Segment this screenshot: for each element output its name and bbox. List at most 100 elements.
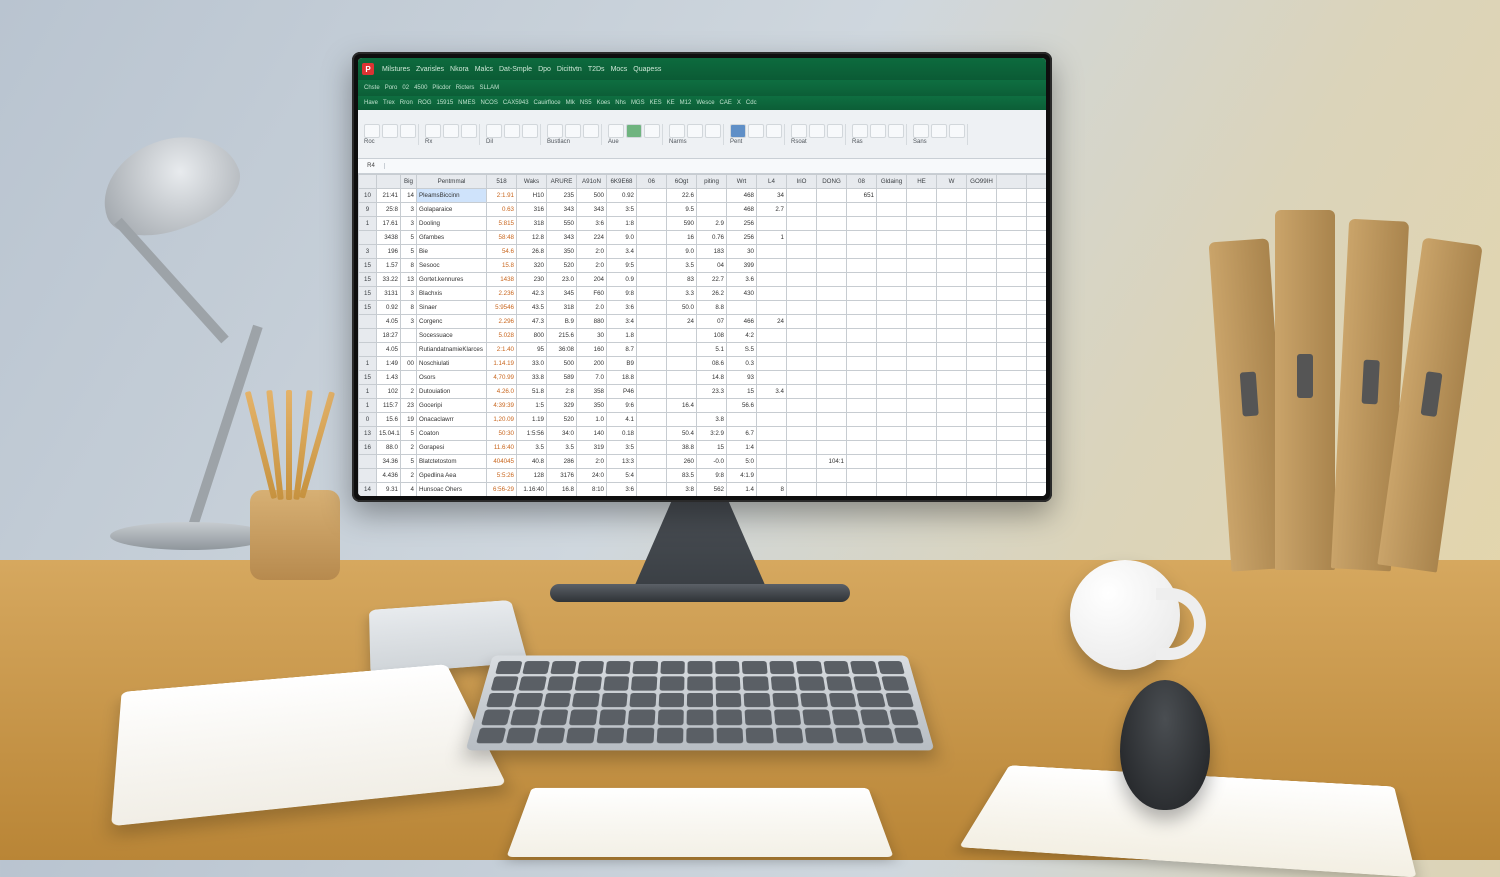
- column-header[interactable]: HE: [907, 175, 937, 189]
- ribbon-button[interactable]: [705, 124, 721, 138]
- column-header[interactable]: 08: [847, 175, 877, 189]
- subtab-item[interactable]: ROG: [418, 100, 432, 106]
- column-header[interactable]: 06: [637, 175, 667, 189]
- ribbon-button[interactable]: [766, 124, 782, 138]
- ribbon-button[interactable]: [827, 124, 843, 138]
- title-item[interactable]: Dat-Smple: [499, 66, 532, 73]
- ribbon-button[interactable]: [644, 124, 660, 138]
- table-row[interactable]: 31965Bie54.626.83502:03.49.018330: [359, 245, 1047, 259]
- table-row[interactable]: 4.05RutiandatnamieKlarces2:1.409536:0816…: [359, 343, 1047, 357]
- ribbon-button[interactable]: [443, 124, 459, 138]
- column-header[interactable]: piting: [697, 175, 727, 189]
- table-row[interactable]: 4.4362Gpedlina Aea5:5:26128317624:05:483…: [359, 469, 1047, 483]
- column-header[interactable]: Pentmmal: [417, 175, 487, 189]
- table-row[interactable]: 34.365Blatctetostom40404540.82862:013:32…: [359, 455, 1047, 469]
- table-row[interactable]: 1688.02Gorapesi11.6:403.53.53193:538.815…: [359, 441, 1047, 455]
- spreadsheet-grid[interactable]: BigPentmmal518WaksARUREA91oN6K9E68066Ogt…: [358, 174, 1046, 496]
- title-item[interactable]: Malcs: [475, 66, 493, 73]
- ribbon-button[interactable]: [791, 124, 807, 138]
- title-item[interactable]: Zvarisles: [416, 66, 444, 73]
- table-row[interactable]: 11:4900Noschiulati1.14.1933.0500200B908.…: [359, 357, 1047, 371]
- tab-item[interactable]: 4500: [414, 85, 427, 91]
- subtab-item[interactable]: NCOS: [481, 100, 498, 106]
- table-row[interactable]: 1115:723Goceripi4:39:391:53293509:616.45…: [359, 399, 1047, 413]
- name-box[interactable]: R4: [358, 163, 385, 169]
- subtab-item[interactable]: Nhs: [615, 100, 626, 106]
- column-header[interactable]: [359, 175, 377, 189]
- ribbon-button[interactable]: [364, 124, 380, 138]
- subtab-item[interactable]: Koes: [597, 100, 611, 106]
- table-row[interactable]: 1531313Blachxis2.23642.3345F609:83.326.2…: [359, 287, 1047, 301]
- table-row[interactable]: 34385Gfambes58:4812.83432249.0160.762561: [359, 231, 1047, 245]
- column-header[interactable]: L4: [757, 175, 787, 189]
- table-row[interactable]: 015.619Onacaclawrr1,20.091.195201.04.13.…: [359, 413, 1047, 427]
- subtab-item[interactable]: Trex: [383, 100, 395, 106]
- tab-item[interactable]: Poro: [385, 85, 398, 91]
- ribbon-button[interactable]: [608, 124, 624, 138]
- subtab-item[interactable]: 15915: [436, 100, 453, 106]
- table-row[interactable]: 149.314Hunsoac Ohers6:56-291.16:4016.88:…: [359, 483, 1047, 497]
- ribbon-button[interactable]: [913, 124, 929, 138]
- title-item[interactable]: Milstures: [382, 66, 410, 73]
- table-row[interactable]: 925:83Golaparaice0.633163433433:59.54682…: [359, 203, 1047, 217]
- subtab-item[interactable]: CAX5943: [503, 100, 529, 106]
- ribbon-button[interactable]: [626, 124, 642, 138]
- subtab-item[interactable]: Mlk: [566, 100, 575, 106]
- subtab-item[interactable]: KES: [650, 100, 662, 106]
- table-row[interactable]: 4.053Corgenc2.29647.3B.98803:4240746624: [359, 315, 1047, 329]
- table-row[interactable]: 18:27Socessuace5.028800215.6301.81084:2: [359, 329, 1047, 343]
- ribbon-button[interactable]: [870, 124, 886, 138]
- ribbon-button[interactable]: [504, 124, 520, 138]
- column-header[interactable]: Gldaing: [877, 175, 907, 189]
- column-header[interactable]: 6K9E68: [607, 175, 637, 189]
- ribbon-button[interactable]: [748, 124, 764, 138]
- column-header[interactable]: A91oN: [577, 175, 607, 189]
- title-item[interactable]: Dpo: [538, 66, 551, 73]
- column-header[interactable]: W: [937, 175, 967, 189]
- column-header[interactable]: GO99IH: [967, 175, 997, 189]
- subtab-item[interactable]: Rron: [400, 100, 413, 106]
- ribbon-button[interactable]: [687, 124, 703, 138]
- worksheet[interactable]: BigPentmmal518WaksARUREA91oN6K9E68066Ogt…: [358, 174, 1046, 496]
- column-header[interactable]: DONG: [817, 175, 847, 189]
- table-row[interactable]: 150.928Sinaer5:954643.53182.03:650.08.8: [359, 301, 1047, 315]
- title-item[interactable]: Mocs: [611, 66, 628, 73]
- ribbon-button[interactable]: [400, 124, 416, 138]
- ribbon-button[interactable]: [730, 124, 746, 138]
- subtab-item[interactable]: M12: [680, 100, 692, 106]
- subtab-item[interactable]: Wesce: [696, 100, 714, 106]
- ribbon-button[interactable]: [565, 124, 581, 138]
- ribbon-button[interactable]: [809, 124, 825, 138]
- ribbon-button[interactable]: [461, 124, 477, 138]
- tab-item[interactable]: Ricters: [456, 85, 475, 91]
- ribbon-button[interactable]: [949, 124, 965, 138]
- subtab-item[interactable]: Cauirfloce: [534, 100, 561, 106]
- table-row[interactable]: 11022Dutouiation4.26.051.82:8358P4623.31…: [359, 385, 1047, 399]
- ribbon-button[interactable]: [486, 124, 502, 138]
- column-header[interactable]: [1027, 175, 1047, 189]
- formula-bar[interactable]: R4: [358, 159, 1046, 174]
- column-header[interactable]: [377, 175, 401, 189]
- ribbon-button[interactable]: [669, 124, 685, 138]
- tab-item[interactable]: Chste: [364, 85, 380, 91]
- subtab-item[interactable]: NS5: [580, 100, 592, 106]
- table-row[interactable]: 1021:4114PleamsBiccinn2:1.91H102355000.9…: [359, 189, 1047, 203]
- column-header[interactable]: 518: [487, 175, 517, 189]
- table-row[interactable]: 1315.04.15Coaton50:301:5:5634:01400.1850…: [359, 427, 1047, 441]
- tab-item[interactable]: 02: [402, 85, 409, 91]
- subtab-item[interactable]: X: [737, 100, 741, 106]
- table-row[interactable]: 151.43Osors4,70.9933.85897.018.814.893: [359, 371, 1047, 385]
- title-item[interactable]: Quapess: [633, 66, 661, 73]
- tab-item[interactable]: SLLAM: [479, 85, 499, 91]
- ribbon-button[interactable]: [547, 124, 563, 138]
- column-header[interactable]: Wrt: [727, 175, 757, 189]
- column-header[interactable]: IriO: [787, 175, 817, 189]
- title-item[interactable]: Nkora: [450, 66, 469, 73]
- table-row[interactable]: 117.613Dooling5:8153185503:61:85902.9256: [359, 217, 1047, 231]
- ribbon-button[interactable]: [522, 124, 538, 138]
- ribbon-button[interactable]: [888, 124, 904, 138]
- subtab-item[interactable]: KE: [667, 100, 675, 106]
- ribbon-button[interactable]: [852, 124, 868, 138]
- subtab-item[interactable]: NMES: [458, 100, 475, 106]
- tab-item[interactable]: Plicdor: [432, 85, 450, 91]
